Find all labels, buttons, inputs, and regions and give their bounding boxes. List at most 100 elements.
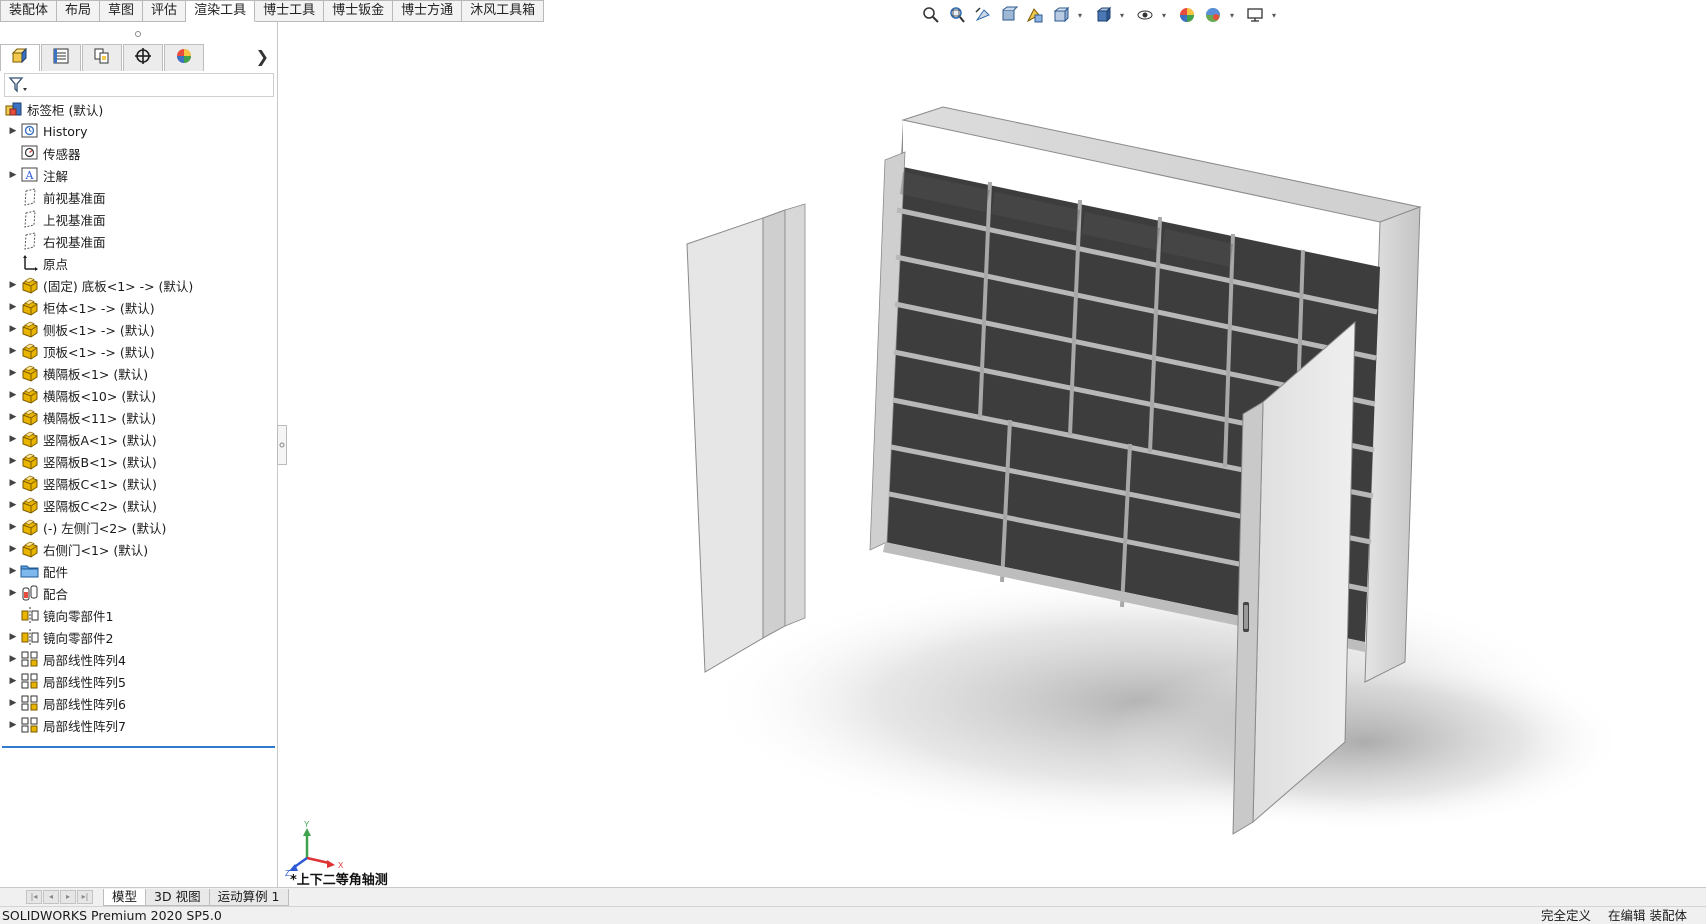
command-tab[interactable]: 博士工具 [255,0,325,22]
expand-arrow-icon[interactable]: ▶ [6,720,20,730]
tree-item[interactable]: 标签柜 (默认) [0,98,277,120]
bottom-tabs: 模型 3D 视图 运动算例 1 [103,888,289,906]
tree-item[interactable]: ▶ 镜向零部件2 [0,626,277,648]
command-tab[interactable]: 渲染工具 [186,0,256,22]
command-tab[interactable]: 草图 [100,0,144,22]
tree-item[interactable]: ▶ 顶板<1> -> (默认) [0,340,277,362]
tree-item[interactable]: 原点 [0,252,277,274]
filter-icon[interactable] [8,76,28,97]
tree-item[interactable]: ▶ A 注解 [0,164,277,186]
command-tab[interactable]: 布局 [57,0,101,22]
tree-item[interactable]: ▶ 局部线性阵列5 [0,670,277,692]
graphics-area[interactable]: Y X Z [285,22,1706,885]
expand-arrow-icon[interactable]: ▶ [6,522,20,532]
expand-arrow-icon[interactable]: ▶ [6,324,20,334]
tree-item[interactable]: 右视基准面 [0,230,277,252]
expand-arrow-icon[interactable]: ▶ [6,632,20,642]
expand-arrow-icon[interactable]: ▶ [6,588,20,598]
display-style-dropdown-icon[interactable]: ▾ [1118,11,1126,20]
tree-item[interactable]: 上视基准面 [0,208,277,230]
tree-item[interactable]: ▶ 横隔板<1> (默认) [0,362,277,384]
displaymanager-tab[interactable] [164,43,204,71]
tree-item[interactable]: ▶ 竖隔板B<1> (默认) [0,450,277,472]
next-tab-nav-icon[interactable]: ▸ [60,890,76,904]
tree-item[interactable]: ▶ 配合 [0,582,277,604]
tree-item[interactable]: ▶ (-) 左侧门<2> (默认) [0,516,277,538]
tree-item[interactable]: 传感器 [0,142,277,164]
tree-filter-field[interactable] [4,73,274,97]
bottom-tab[interactable]: 3D 视图 [145,888,210,906]
tree-item-label: 侧板<1> -> (默认) [43,322,155,338]
tree-item[interactable]: ▶ (固定) 底板<1> -> (默认) [0,274,277,296]
view-settings-dropdown-icon[interactable]: ▾ [1270,11,1278,20]
bottom-tab[interactable]: 模型 [103,888,147,906]
expand-arrow-icon[interactable]: ▶ [6,544,20,554]
expand-arrow-icon[interactable]: ▶ [6,170,20,180]
tree-item-label: 竖隔板B<1> (默认) [43,454,157,470]
tree-item[interactable]: ▶ 局部线性阵列7 [0,714,277,736]
panel-grip-icon[interactable] [134,27,142,37]
hide-show-dropdown-icon[interactable]: ▾ [1160,11,1168,20]
configurationmanager-tab[interactable] [82,43,122,71]
expand-arrow-icon[interactable]: ▶ [6,698,20,708]
part-icon [20,452,40,470]
tree-item[interactable]: ▶ 局部线性阵列6 [0,692,277,714]
tree-item[interactable]: ▶ 配件 [0,560,277,582]
tree-item-label: 局部线性阵列5 [43,674,126,690]
tree-item[interactable]: ▶ 竖隔板C<1> (默认) [0,472,277,494]
dimxpert-tab[interactable] [123,43,163,71]
linear-pattern-icon [20,672,40,690]
tree-item[interactable]: 镜向零部件1 [0,604,277,626]
bottom-tab[interactable]: 运动算例 1 [208,888,289,906]
tree-item[interactable]: ▶ History [0,120,277,142]
expand-arrow-icon[interactable]: ▶ [6,280,20,290]
command-tab[interactable]: 博士钣金 [324,0,394,22]
folder-icon [20,562,40,580]
tree-item-label: (-) 左侧门<2> (默认) [43,520,167,536]
expand-arrow-icon[interactable]: ▶ [6,346,20,356]
expand-arrow-icon[interactable]: ▶ [6,500,20,510]
expand-arrow-icon[interactable]: ▶ [6,368,20,378]
tree-item[interactable]: ▶ 竖隔板C<2> (默认) [0,494,277,516]
configurationmanager-icon [93,47,111,68]
feature-tree: 标签柜 (默认) ▶ History 传感器 ▶ A 注解 前视基准面 上视基准面 右视基准面 原点… [0,98,277,736]
part-icon [20,364,40,382]
tree-item[interactable]: ▶ 柜体<1> -> (默认) [0,296,277,318]
tree-item-label: 竖隔板C<1> (默认) [43,476,157,492]
prev-tab-nav-icon[interactable]: ◂ [43,890,59,904]
expand-arrow-icon[interactable]: ▶ [6,654,20,664]
tree-item[interactable]: ▶ 右侧门<1> (默认) [0,538,277,560]
command-tab[interactable]: 装配体 [0,0,58,22]
tree-item[interactable]: ▶ 局部线性阵列4 [0,648,277,670]
tree-item[interactable]: ▶ 竖隔板A<1> (默认) [0,428,277,450]
command-tab[interactable]: 评估 [143,0,187,22]
expand-arrow-icon[interactable]: ▶ [6,676,20,686]
view-orientation-dropdown-icon[interactable]: ▾ [1076,11,1084,20]
expand-arrow-icon[interactable]: ▶ [6,390,20,400]
tree-end-marker[interactable] [2,746,275,748]
expand-arrow-icon[interactable]: ▶ [6,566,20,576]
featuremanager-tab[interactable] [0,43,40,71]
command-tab[interactable]: 沐风工具箱 [462,0,545,22]
expand-arrow-icon[interactable]: ▶ [6,434,20,444]
expand-arrow-icon[interactable]: ▶ [6,478,20,488]
tree-item[interactable]: ▶ 侧板<1> -> (默认) [0,318,277,340]
tree-item-label: 右侧门<1> (默认) [43,542,149,558]
apply-scene-dropdown-icon[interactable]: ▾ [1228,11,1236,20]
tree-item-label: 竖隔板A<1> (默认) [43,432,157,448]
expand-arrow-icon[interactable]: ▶ [6,302,20,312]
expand-arrow-icon[interactable]: ▶ [6,412,20,422]
propertymanager-tab[interactable] [41,43,81,71]
expand-arrow-icon[interactable]: ▶ [6,456,20,466]
cabinet-model[interactable] [686,106,1625,835]
panel-tabs-more-icon[interactable]: ❯ [256,47,269,66]
last-tab-nav-icon[interactable]: ▸| [77,890,93,904]
tree-item[interactable]: 前视基准面 [0,186,277,208]
first-tab-nav-icon[interactable]: |◂ [26,890,42,904]
tree-item[interactable]: ▶ 横隔板<10> (默认) [0,384,277,406]
command-tab[interactable]: 博士方通 [393,0,463,22]
expand-arrow-icon[interactable]: ▶ [6,126,20,136]
view-orientation-label: *上下二等角轴测 [290,873,388,888]
tree-item[interactable]: ▶ 横隔板<11> (默认) [0,406,277,428]
command-manager-tabs: 装配体 布局 草图 评估 渲染工具 博士工具 博士钣金 博士方通 沐风工具箱 [0,0,545,22]
